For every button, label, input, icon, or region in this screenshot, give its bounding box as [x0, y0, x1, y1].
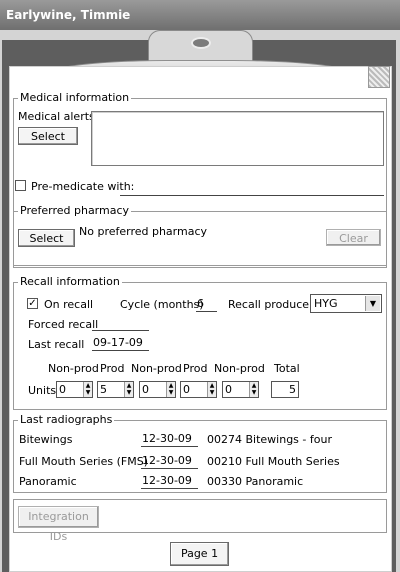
radiograph-date[interactable]: 12-30-09 [141, 454, 198, 469]
radiograph-name: Panoramic [19, 475, 77, 488]
pharmacy-value: No preferred pharmacy [79, 225, 208, 238]
units-col-prod-1: Prod [100, 362, 125, 375]
on-recall-label: On recall [44, 298, 94, 311]
units-spinner-value: 5 [100, 383, 107, 396]
spinner-arrows-icon[interactable]: ▲ ▼ [83, 382, 92, 397]
cycle-months-label: Cycle (months) [120, 298, 204, 311]
last-recall-field[interactable]: 09-17-09 [92, 336, 149, 351]
pharmacy-select-button[interactable]: Select [18, 229, 75, 247]
window-title: Earlywine, Timmie [0, 0, 400, 30]
on-recall-checkbox[interactable]: ✓ [27, 298, 38, 309]
medical-alerts-textarea[interactable] [91, 111, 384, 166]
medical-alerts-label: Medical alerts: [18, 110, 99, 123]
radiograph-date[interactable]: 12-30-09 [141, 432, 198, 447]
units-col-prod-2: Prod [183, 362, 208, 375]
recall-information-legend: Recall information [18, 275, 122, 288]
clip-hole [191, 37, 211, 49]
clip-top [148, 30, 253, 64]
radiograph-name: Full Mouth Series (FMS) [19, 455, 148, 468]
cycle-months-field[interactable]: 6 [196, 297, 217, 312]
integration-ids-button[interactable]: Integration IDs [18, 506, 99, 543]
spinner-arrows-icon[interactable]: ▲ ▼ [124, 382, 133, 397]
units-label: Units [28, 384, 57, 397]
chevron-down-icon[interactable]: ▼ [365, 296, 380, 311]
units-spinner-prod-2[interactable]: 0 ▲ ▼ [180, 381, 217, 398]
spinner-arrows-icon[interactable]: ▲ ▼ [249, 382, 258, 397]
forced-recall-field[interactable] [92, 316, 149, 331]
units-spinner-nonprod-1[interactable]: 0 ▲ ▼ [56, 381, 93, 398]
units-total-field: 5 [271, 381, 299, 398]
radiograph-code: 00210 Full Mouth Series [207, 455, 340, 468]
recall-producer-select[interactable]: HYG ▼ [310, 294, 382, 313]
units-spinner-nonprod-3[interactable]: 0 ▲ ▼ [222, 381, 259, 398]
units-spinner-prod-1[interactable]: 5 ▲ ▼ [97, 381, 134, 398]
units-col-nonprod-3: Non-prod [214, 362, 265, 375]
page-1-button[interactable]: Page 1 [170, 542, 229, 566]
units-col-nonprod-2: Non-prod [131, 362, 182, 375]
last-recall-label: Last recall [28, 338, 85, 351]
units-spinner-value: 0 [142, 383, 149, 396]
spinner-arrows-icon[interactable]: ▲ ▼ [207, 382, 216, 397]
premedicate-field[interactable] [120, 181, 384, 196]
premedicate-checkbox[interactable] [15, 180, 26, 191]
units-spinner-nonprod-2[interactable]: 0 ▲ ▼ [139, 381, 176, 398]
page-curl-icon[interactable] [368, 66, 390, 88]
units-spinner-value: 0 [183, 383, 190, 396]
recall-producer-label: Recall producer [228, 298, 314, 311]
last-radiographs-legend: Last radiographs [18, 413, 115, 426]
recall-producer-value: HYG [314, 297, 338, 310]
premedicate-label: Pre-medicate with: [31, 180, 135, 193]
units-col-nonprod-1: Non-prod [48, 362, 99, 375]
units-spinner-value: 0 [225, 383, 232, 396]
radiograph-code: 00330 Panoramic [207, 475, 304, 488]
radiograph-name: Bitewings [19, 433, 73, 446]
spinner-arrows-icon[interactable]: ▲ ▼ [166, 382, 175, 397]
preferred-pharmacy-legend: Preferred pharmacy [18, 204, 132, 217]
medical-information-legend: Medical information [18, 91, 132, 104]
pharmacy-clear-button[interactable]: Clear [326, 229, 381, 246]
patient-window: Earlywine, Timmie Medical information Me… [0, 0, 400, 572]
medical-alerts-select-button[interactable]: Select [18, 127, 78, 145]
units-spinner-value: 0 [59, 383, 66, 396]
radiograph-date[interactable]: 12-30-09 [141, 474, 198, 489]
units-col-total: Total [274, 362, 300, 375]
forced-recall-label: Forced recall [28, 318, 99, 331]
radiograph-code: 00274 Bitewings - four [207, 433, 332, 446]
